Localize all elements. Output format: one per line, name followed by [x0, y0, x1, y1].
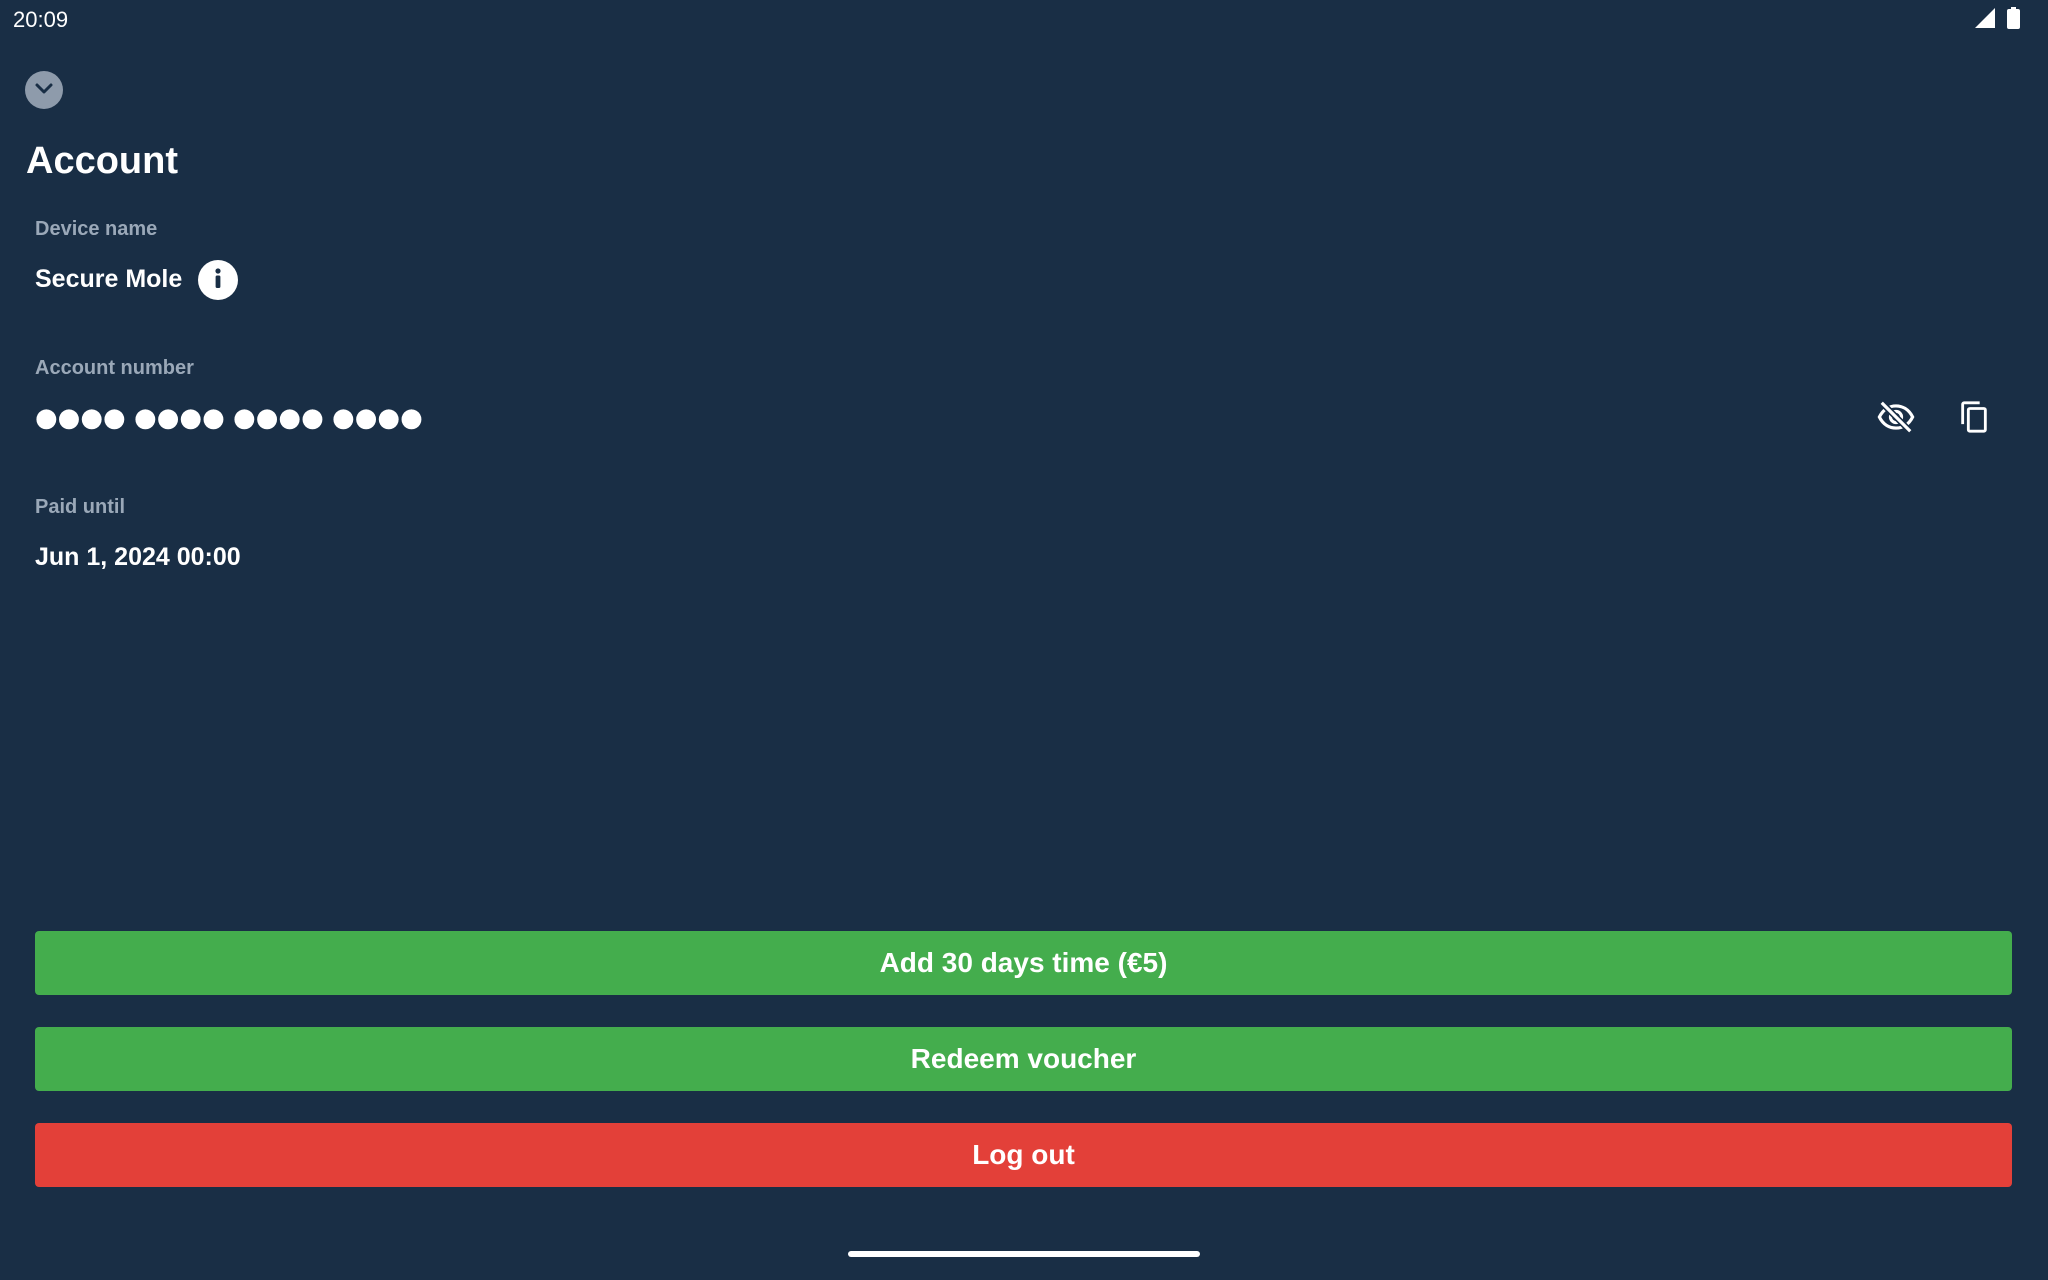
device-info-button[interactable]	[198, 260, 238, 300]
status-icons	[1975, 6, 2020, 34]
battery-icon	[2007, 6, 2020, 34]
device-name-value: Secure Mole	[35, 265, 183, 293]
info-icon	[206, 266, 230, 295]
page-title: Account	[26, 140, 178, 182]
add-time-button[interactable]: Add 30 days time (€5)	[35, 931, 2012, 995]
paid-until-value: Jun 1, 2024 00:00	[35, 543, 241, 571]
logout-button[interactable]: Log out	[35, 1123, 2012, 1187]
status-time: 20:09	[13, 7, 69, 32]
toggle-visibility-button[interactable]	[1868, 391, 1924, 447]
account-screen: 20:09 Account Device name Secure Mole Ac…	[0, 0, 2048, 1280]
collapse-button[interactable]	[25, 71, 63, 109]
eye-off-icon	[1877, 398, 1915, 441]
paid-until-label: Paid until	[35, 496, 125, 518]
status-bar: 20:09	[0, 0, 2048, 40]
home-indicator[interactable]	[848, 1251, 1200, 1257]
copy-account-number-button[interactable]	[1946, 391, 2002, 447]
chevron-down-icon	[33, 77, 55, 104]
account-number-label: Account number	[35, 357, 194, 379]
device-name-label: Device name	[35, 218, 158, 240]
account-number-value: ●●●● ●●●● ●●●● ●●●●	[35, 403, 423, 433]
copy-icon	[1957, 400, 1991, 439]
signal-icon	[1975, 7, 1995, 33]
redeem-voucher-button[interactable]: Redeem voucher	[35, 1027, 2012, 1091]
